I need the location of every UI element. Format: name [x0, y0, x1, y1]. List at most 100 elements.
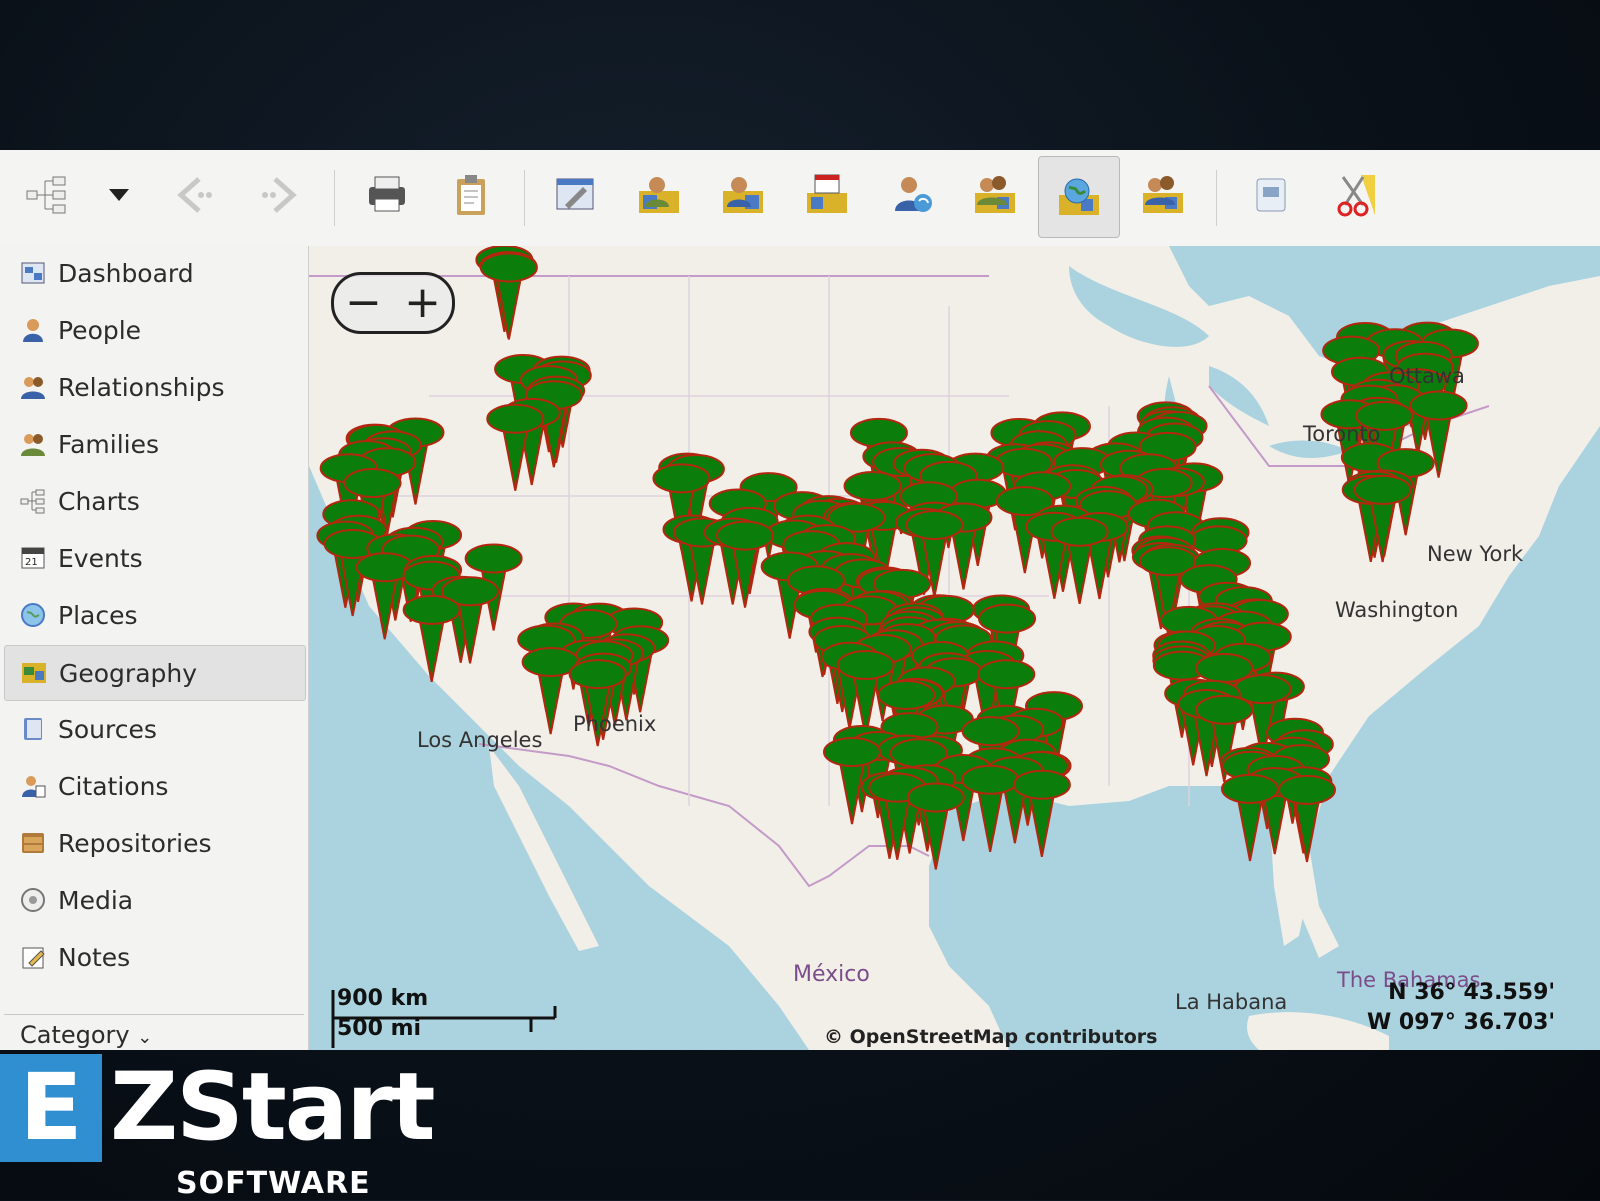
sidebar-item-families[interactable]: Families [4, 417, 304, 471]
place-marker-head [652, 463, 711, 494]
toolbar-separator [1216, 170, 1217, 226]
logo-letter: E [19, 1054, 83, 1161]
place-marker[interactable] [355, 552, 414, 640]
place-marker-head [1277, 774, 1336, 805]
sidebar-item-citations[interactable]: Citations [4, 759, 304, 813]
person-icon [18, 315, 48, 345]
category-label: Category [20, 1021, 130, 1049]
event-map-icon[interactable] [792, 160, 862, 230]
scissors-icon[interactable] [1320, 160, 1390, 230]
families-icon [18, 429, 48, 459]
sidebar-item-places[interactable]: Places [4, 588, 304, 642]
back-arrow-icon[interactable] [160, 160, 230, 230]
svg-text:21: 21 [25, 557, 38, 568]
dropdown-arrow-icon[interactable] [84, 160, 154, 230]
sidebar-item-media[interactable]: Media [4, 873, 304, 927]
logo-e-box: E [0, 1054, 102, 1162]
tree-chart-icon[interactable] [12, 160, 82, 230]
geography-icon [19, 658, 49, 688]
map-scale-bar: 900 km 500 mi [331, 986, 563, 1050]
media-icon [18, 885, 48, 915]
place-marker[interactable] [1012, 769, 1071, 857]
person-place-icon[interactable] [624, 160, 694, 230]
map-label-mexico: México [793, 962, 870, 987]
sidebar-item-relationships[interactable]: Relationships [4, 360, 304, 414]
book-icon [18, 714, 48, 744]
forward-arrow-icon[interactable] [244, 160, 314, 230]
place-marker[interactable] [1277, 774, 1336, 863]
toolbar [0, 150, 1600, 247]
map-label-los-angeles: Los Angeles [417, 728, 543, 752]
place-marker[interactable] [521, 646, 580, 735]
map-label-toronto: Toronto [1303, 422, 1381, 446]
family-map-icon[interactable] [960, 160, 1030, 230]
globe-map-icon[interactable] [1038, 156, 1120, 238]
scale-mi-label: 500 mi [337, 1016, 422, 1041]
notes-icon [18, 942, 48, 972]
place-marker-head [1353, 474, 1412, 505]
place-marker-head [978, 603, 1037, 634]
place-marker-head [843, 471, 902, 502]
zoom-control[interactable]: − + [331, 272, 455, 334]
place-marker[interactable] [906, 782, 965, 870]
calendar-icon: 21 [18, 543, 48, 573]
edit-settings-icon[interactable] [540, 160, 610, 230]
geography-map[interactable]: − + Ottawa Toronto New York Washington L… [309, 246, 1600, 1050]
place-marker-head [464, 543, 523, 574]
sidebar-item-geography[interactable]: Geography [4, 645, 306, 701]
place-marker-head [906, 782, 965, 813]
sidebar-item-repositories[interactable]: Repositories [4, 816, 304, 870]
place-marker-head [402, 594, 461, 625]
map-label-phoenix: Phoenix [573, 712, 657, 736]
clipboard-icon[interactable] [436, 160, 506, 230]
map-label-ottawa: Ottawa [1389, 364, 1465, 388]
sidebar-item-sources[interactable]: Sources [4, 702, 304, 756]
scale-km-label: 900 km [337, 986, 429, 1011]
coordinate-longitude: W 097° 36.703' [1367, 1010, 1556, 1035]
family-places-icon[interactable] [1128, 160, 1198, 230]
place-marker-head [486, 403, 545, 434]
place-marker-head [1012, 769, 1071, 800]
place-marker-head [961, 716, 1020, 747]
sidebar-item-notes[interactable]: Notes [4, 930, 304, 984]
application-window: Dashboard People Relationships Families … [0, 150, 1600, 1050]
sidebar-item-dashboard[interactable]: Dashboard [4, 246, 304, 300]
map-label-washington: Washington [1335, 598, 1459, 622]
place-marker-head [877, 679, 936, 710]
zoom-in-button[interactable]: + [404, 281, 441, 325]
printer-icon[interactable] [352, 160, 422, 230]
place-marker-head [977, 659, 1036, 690]
logo-subtitle: SOFTWARE [176, 1166, 371, 1201]
place-marker-head [1409, 390, 1468, 421]
place-marker-head [1221, 773, 1280, 804]
chevron-down-icon: ⌄ [137, 1027, 153, 1048]
place-marker-head [1050, 516, 1109, 547]
place-marker[interactable] [402, 594, 461, 683]
sidebar-item-events[interactable]: 21 Events [4, 531, 304, 585]
globe-icon [18, 600, 48, 630]
place-marker-head [905, 509, 964, 540]
logo-wordmark: ZStart [110, 1053, 436, 1162]
map-attribution: © OpenStreetMap contributors [824, 1026, 1158, 1048]
toolbar-separator [334, 170, 335, 226]
relationships-icon [18, 372, 48, 402]
place-marker-head [1195, 694, 1254, 725]
place-marker-head [822, 737, 881, 768]
map-label-new-york: New York [1427, 542, 1524, 566]
sidebar-toggle-icon[interactable] [1236, 160, 1306, 230]
person-refresh-icon[interactable] [876, 160, 946, 230]
place-marker[interactable] [479, 252, 538, 340]
navigator-sidebar: Dashboard People Relationships Families … [0, 246, 309, 1050]
map-label-la-habana: La Habana [1175, 990, 1288, 1014]
category-selector[interactable]: Category ⌄ [4, 1014, 304, 1050]
sidebar-item-charts[interactable]: Charts [4, 474, 304, 528]
sidebar-item-people[interactable]: People [4, 303, 304, 357]
ezstart-logo: E ZStart SOFTWARE [0, 1052, 440, 1201]
place-marker-head [479, 252, 538, 283]
charts-icon [18, 486, 48, 516]
place-marker-head [716, 520, 775, 551]
place-marker-head [343, 468, 402, 499]
map-coordinates: N 36° 43.559' W 097° 36.703' [1367, 978, 1555, 1038]
person-map-icon[interactable] [708, 160, 778, 230]
zoom-out-button[interactable]: − [345, 281, 382, 325]
